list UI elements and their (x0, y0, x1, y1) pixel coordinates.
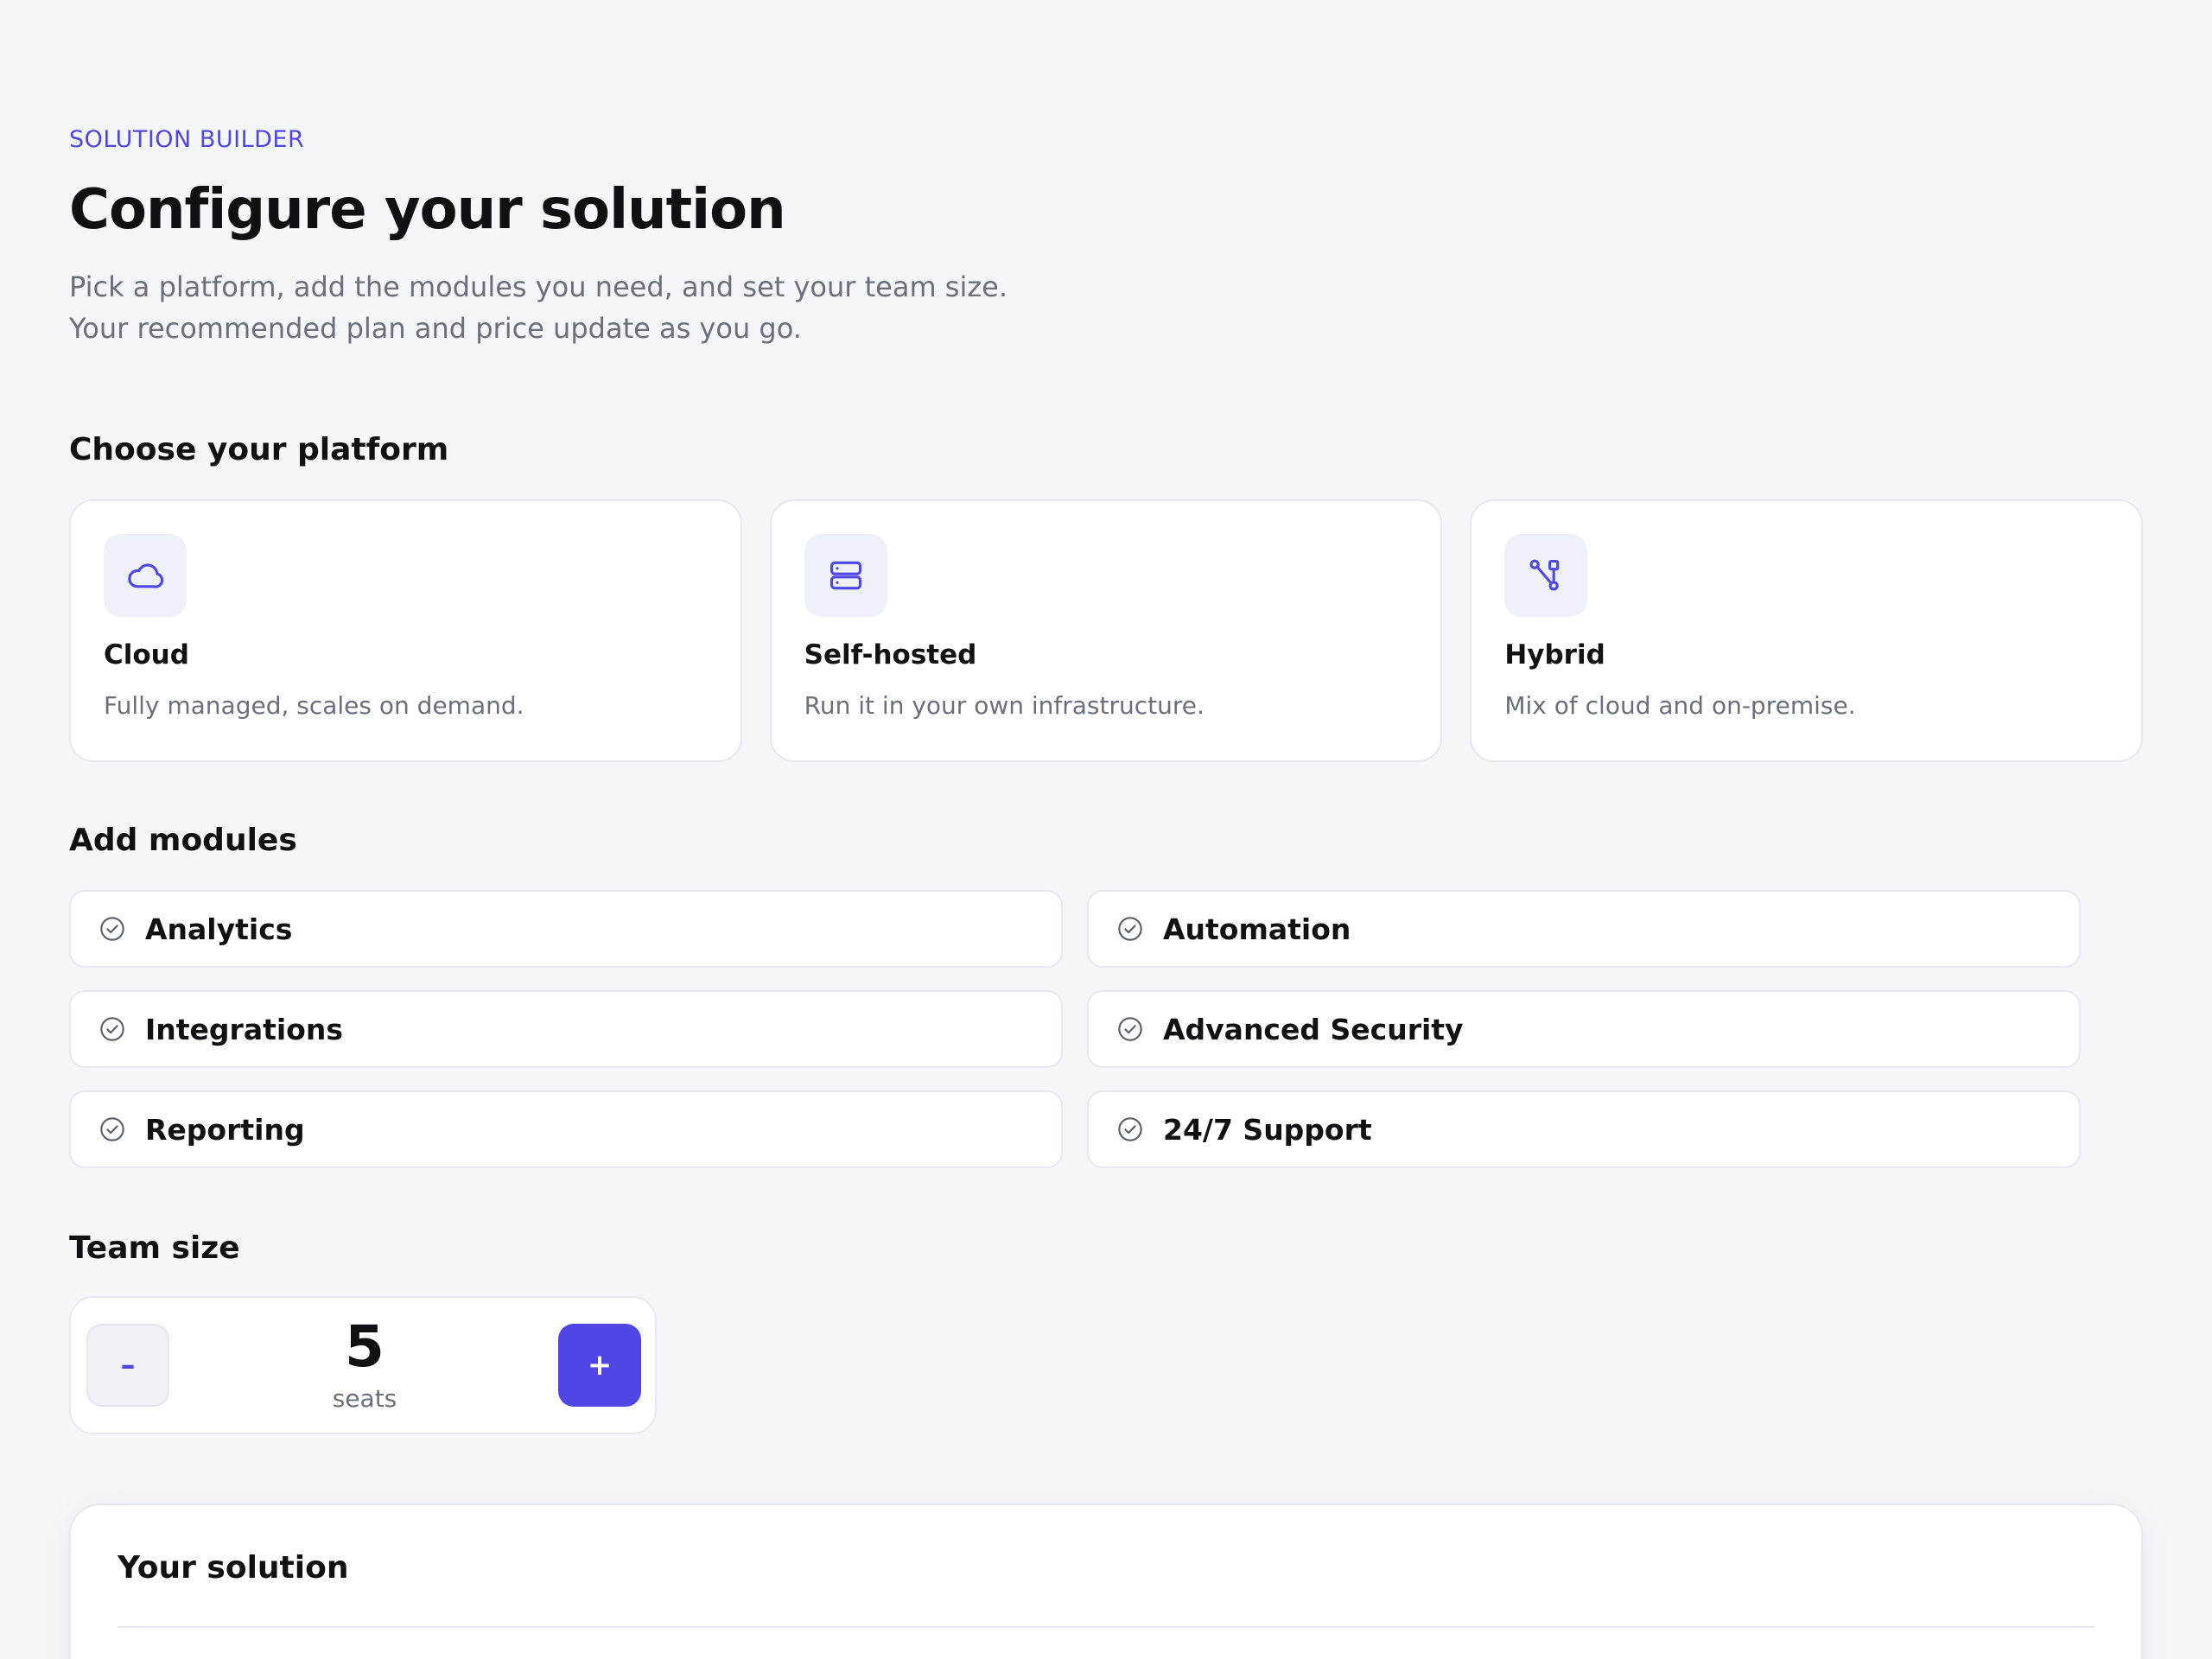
increment-seats-button[interactable]: + (558, 1324, 641, 1407)
summary-divider (118, 1626, 2094, 1628)
team-size-section-title: Team size (69, 1230, 240, 1266)
module-options: Analytics Automation Integrations Advanc… (69, 890, 2081, 1168)
module-24-7-support[interactable]: 24/7 Support (1087, 1090, 2081, 1168)
team-size-stepper: 5 seats – + (69, 1296, 657, 1434)
module-label: Advanced Security (1163, 1012, 1464, 1046)
module-advanced-security[interactable]: Advanced Security (1087, 990, 2081, 1068)
module-integrations[interactable]: Integrations (69, 990, 1063, 1068)
check-circle-icon (99, 1116, 126, 1143)
platform-name: Self-hosted (804, 639, 977, 671)
decrement-seats-button[interactable]: – (86, 1324, 169, 1407)
platform-name: Hybrid (1504, 639, 1605, 671)
platform-card-cloud[interactable]: Cloud Fully managed, scales on demand. (69, 499, 742, 762)
cloud-icon (104, 534, 187, 617)
page-subtitle: Pick a platform, add the modules you nee… (69, 270, 1007, 345)
platform-card-self-hosted[interactable]: Self-hosted Run it in your own infrastru… (769, 499, 1443, 762)
platform-description: Run it in your own infrastructure. (804, 691, 1205, 720)
solution-summary-card: Your solution (69, 1503, 2143, 1659)
eyebrow-label: SOLUTION BUILDER (69, 126, 305, 153)
modules-section-title: Add modules (69, 823, 297, 858)
module-reporting[interactable]: Reporting (69, 1090, 1063, 1168)
check-circle-icon (1116, 1015, 1144, 1043)
platform-description: Fully managed, scales on demand. (104, 691, 524, 720)
module-label: 24/7 Support (1163, 1112, 1372, 1147)
solution-builder-page: SOLUTION BUILDER Configure your solution… (0, 0, 2212, 1659)
platform-section-title: Choose your platform (69, 432, 449, 467)
platform-options: Cloud Fully managed, scales on demand. S… (69, 499, 2144, 762)
page-title: Configure your solution (69, 178, 786, 242)
module-label: Analytics (145, 912, 293, 946)
summary-title: Your solution (118, 1550, 349, 1586)
check-circle-icon (1116, 1116, 1144, 1143)
module-analytics[interactable]: Analytics (69, 890, 1063, 968)
platform-description: Mix of cloud and on-premise. (1504, 691, 1856, 720)
check-circle-icon (99, 915, 126, 943)
hybrid-network-icon (1504, 534, 1588, 617)
server-icon (804, 534, 887, 617)
platform-card-hybrid[interactable]: Hybrid Mix of cloud and on-premise. (1470, 499, 2144, 762)
module-label: Automation (1163, 912, 1351, 946)
module-label: Integrations (145, 1012, 343, 1046)
check-circle-icon (99, 1015, 126, 1043)
module-automation[interactable]: Automation (1087, 890, 2081, 968)
platform-name: Cloud (104, 639, 189, 671)
module-label: Reporting (145, 1112, 305, 1147)
check-circle-icon (1116, 915, 1144, 943)
